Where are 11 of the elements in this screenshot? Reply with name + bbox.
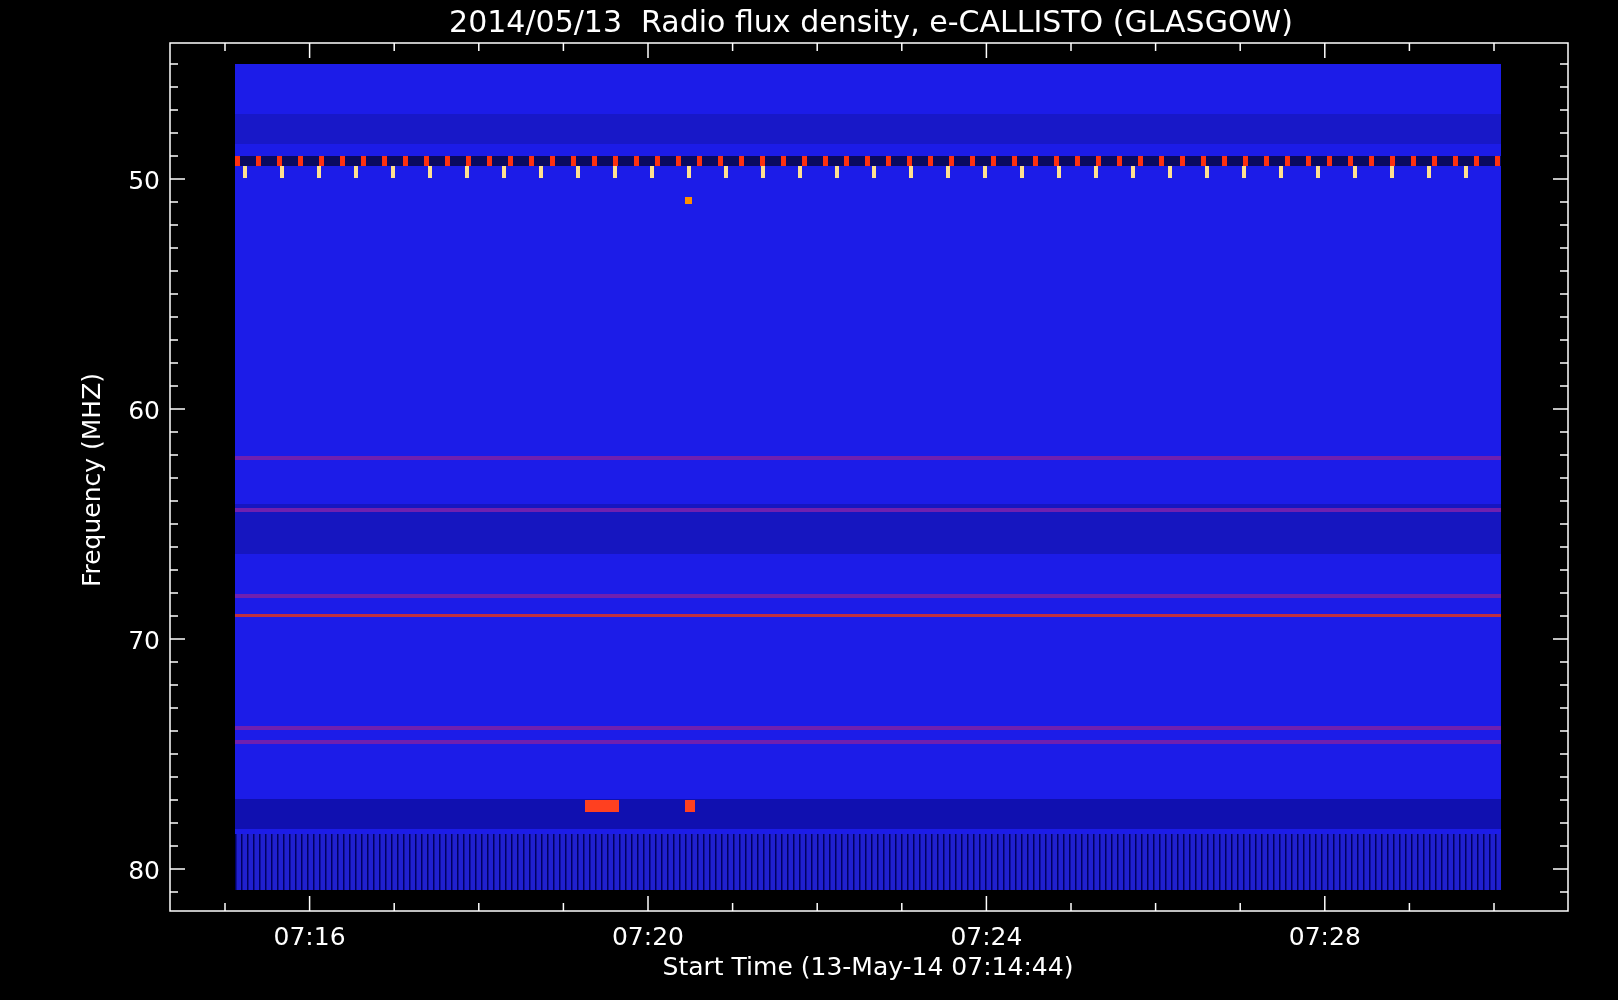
tick-label: 07:20	[612, 922, 684, 951]
tick-label: 70	[128, 626, 160, 655]
tick-label: 60	[128, 396, 160, 425]
tick-label: 07:28	[1288, 922, 1361, 951]
tick-label: 80	[128, 856, 160, 885]
chart-title: 2014/05/13 Radio flux density, e-CALLISTO (GLASGOW)	[449, 4, 1293, 39]
tick-label: 07:24	[950, 922, 1023, 951]
tick-label: 07:16	[273, 922, 346, 951]
axis-title: Frequency (MHZ)	[77, 372, 106, 588]
axis-title: Start Time (13-May-14 07:14:44)	[662, 952, 1074, 981]
tick-label: 50	[128, 166, 160, 195]
